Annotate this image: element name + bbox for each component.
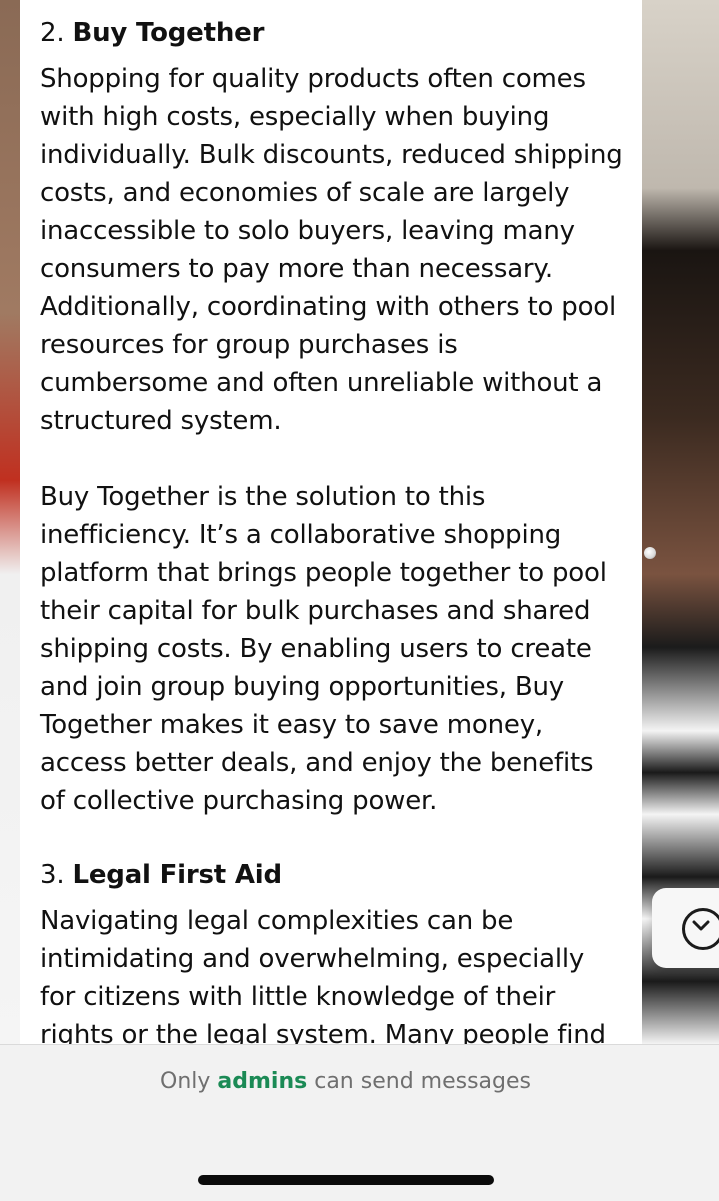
paragraph: Buy Together is the solution to this ine…	[40, 482, 607, 816]
section-number: 2.	[40, 18, 65, 48]
wallpaper-left-edge	[0, 0, 20, 1044]
paragraph: Shopping for quality products often come…	[40, 64, 623, 436]
scroll-to-bottom-button[interactable]	[652, 888, 719, 968]
admins-only-notice: Only admins can send messages	[0, 1069, 691, 1094]
section-title: Buy Together	[72, 18, 265, 48]
section-heading-legal-first-aid: 3. Legal First Aid	[40, 856, 626, 894]
admins-link[interactable]: admins	[217, 1069, 307, 1094]
chat-footer: Only admins can send messages	[0, 1044, 719, 1201]
section-heading-buy-together: 2. Buy Together	[40, 14, 626, 52]
notice-prefix: Only	[160, 1069, 211, 1094]
section-number: 3.	[40, 860, 65, 890]
notice-suffix: can send messages	[314, 1069, 531, 1094]
chevron-down-circle-icon	[682, 908, 719, 950]
message-bubble: 2. Buy Together Shopping for quality pro…	[20, 0, 642, 1044]
paragraph: Navigating legal complexities can be int…	[40, 906, 606, 1044]
section-title: Legal First Aid	[72, 860, 283, 890]
message-text: 2. Buy Together Shopping for quality pro…	[40, 14, 626, 1044]
wallpaper-earring-detail	[644, 547, 656, 559]
home-indicator[interactable]	[198, 1175, 494, 1185]
